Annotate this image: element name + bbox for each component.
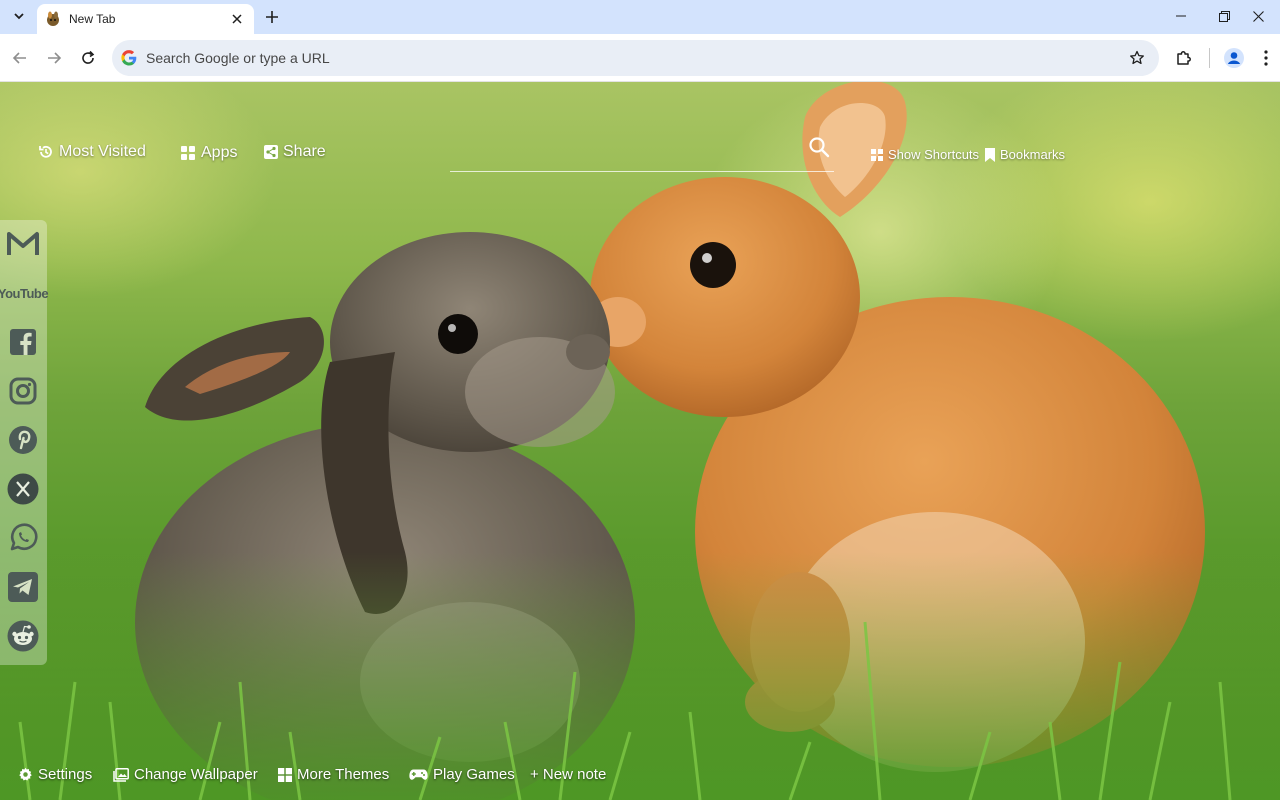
show-shortcuts-link[interactable]: Show Shortcuts bbox=[871, 147, 979, 162]
omnibox-input[interactable] bbox=[146, 50, 1125, 66]
tab-strip: New Tab bbox=[0, 0, 1280, 34]
social-facebook-link[interactable] bbox=[4, 323, 42, 361]
arrow-left-icon bbox=[12, 52, 26, 64]
avatar-icon bbox=[1224, 48, 1244, 68]
minimize-button[interactable] bbox=[1159, 0, 1203, 32]
toolbar-separator bbox=[1209, 48, 1210, 68]
bookmark-icon bbox=[985, 147, 995, 162]
arrow-right-icon bbox=[48, 52, 62, 64]
share-label: Share bbox=[283, 143, 326, 160]
star-icon bbox=[1130, 50, 1144, 65]
most-visited-link[interactable]: Most Visited bbox=[38, 143, 146, 161]
apps-link[interactable]: Apps bbox=[180, 144, 237, 162]
social-reddit-link[interactable] bbox=[4, 617, 42, 655]
social-youtube-link[interactable]: YouTube bbox=[0, 274, 49, 312]
gamepad-icon bbox=[409, 769, 428, 781]
new-note-link[interactable]: + New note bbox=[530, 766, 606, 783]
close-icon bbox=[232, 14, 242, 24]
profile-button[interactable] bbox=[1222, 46, 1246, 70]
share-icon bbox=[264, 145, 278, 159]
tab-close-button[interactable] bbox=[228, 10, 246, 28]
back-button[interactable] bbox=[8, 46, 32, 70]
tab-title: New Tab bbox=[69, 12, 116, 26]
change-wallpaper-link[interactable]: Change Wallpaper bbox=[113, 766, 258, 783]
close-icon bbox=[1252, 10, 1264, 22]
apps-grid-icon bbox=[180, 145, 196, 161]
telegram-icon bbox=[8, 572, 38, 602]
instagram-icon bbox=[9, 377, 37, 405]
whatsapp-icon bbox=[10, 523, 38, 551]
youtube-icon: YouTube bbox=[0, 285, 49, 301]
social-sidebar: YouTube bbox=[0, 220, 49, 665]
forward-button[interactable] bbox=[42, 46, 66, 70]
plus-icon bbox=[266, 11, 278, 23]
kebab-menu-icon bbox=[1264, 50, 1268, 66]
new-tab-button[interactable] bbox=[260, 5, 284, 29]
new-note-label: + New note bbox=[530, 766, 607, 783]
gear-icon bbox=[18, 767, 33, 782]
close-window-button[interactable] bbox=[1236, 0, 1280, 32]
menu-button[interactable] bbox=[1254, 46, 1278, 70]
minimize-icon bbox=[1176, 15, 1186, 17]
reload-button[interactable] bbox=[76, 46, 100, 70]
windows-grid-icon bbox=[278, 767, 292, 782]
more-themes-link[interactable]: More Themes bbox=[278, 766, 389, 783]
social-whatsapp-link[interactable] bbox=[4, 519, 42, 557]
tab-new-tab[interactable]: New Tab bbox=[37, 4, 254, 34]
x-icon bbox=[7, 473, 39, 505]
search-underline bbox=[450, 171, 834, 172]
bunny-favicon bbox=[47, 11, 59, 26]
wallpaper-icon bbox=[113, 767, 129, 782]
bookmarks-link[interactable]: Bookmarks bbox=[985, 147, 1065, 162]
tab-search-button[interactable] bbox=[6, 4, 32, 28]
reddit-icon bbox=[7, 620, 39, 652]
facebook-icon bbox=[10, 329, 36, 355]
bookmarks-label: Bookmarks bbox=[1000, 147, 1066, 162]
browser-toolbar bbox=[0, 34, 1280, 82]
social-instagram-link[interactable] bbox=[4, 372, 42, 410]
omnibox[interactable] bbox=[112, 40, 1159, 76]
history-icon bbox=[38, 144, 54, 160]
play-games-label: Play Games bbox=[433, 766, 515, 783]
chevron-down-icon bbox=[14, 13, 24, 20]
change-wallpaper-label: Change Wallpaper bbox=[134, 766, 258, 783]
social-pinterest-link[interactable] bbox=[4, 421, 42, 459]
more-themes-label: More Themes bbox=[297, 766, 390, 783]
extensions-button[interactable] bbox=[1172, 46, 1196, 70]
play-games-link[interactable]: Play Games bbox=[409, 766, 515, 783]
social-x-link[interactable] bbox=[4, 470, 42, 508]
show-shortcuts-label: Show Shortcuts bbox=[888, 147, 980, 162]
settings-link[interactable]: Settings bbox=[18, 766, 92, 783]
new-tab-page: Most Visited Apps Share Show Shortcuts B… bbox=[0, 82, 1280, 800]
bunnies-wallpaper bbox=[0, 82, 1280, 800]
apps-label: Apps bbox=[201, 144, 238, 161]
puzzle-icon bbox=[1177, 51, 1191, 65]
social-gmail-link[interactable] bbox=[4, 225, 42, 263]
social-telegram-link[interactable] bbox=[4, 568, 42, 606]
search-input[interactable] bbox=[450, 134, 800, 166]
search-icon[interactable] bbox=[808, 136, 830, 158]
gmail-icon bbox=[7, 232, 39, 255]
share-link[interactable]: Share bbox=[264, 143, 326, 161]
restore-icon bbox=[1218, 10, 1230, 22]
pinterest-icon bbox=[9, 426, 37, 454]
settings-label: Settings bbox=[38, 766, 93, 783]
bookmark-star-button[interactable] bbox=[1125, 46, 1149, 70]
search-box bbox=[450, 126, 834, 172]
google-g-icon bbox=[121, 50, 137, 66]
most-visited-label: Most Visited bbox=[59, 143, 146, 160]
reload-icon bbox=[82, 50, 95, 64]
grid-icon bbox=[871, 148, 883, 161]
